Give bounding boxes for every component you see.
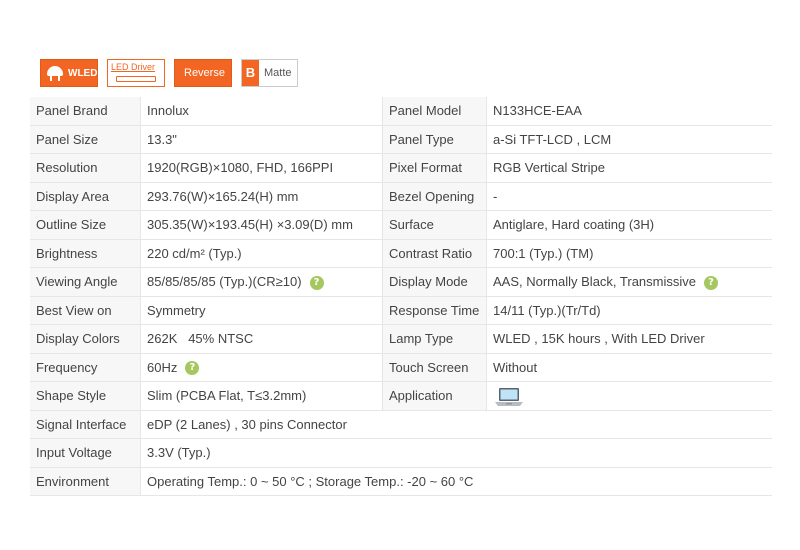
led-lamp-icon [47,66,63,76]
spec-value: N133HCE-EAA [486,97,772,125]
spec-label: Frequency [30,353,140,381]
table-row: Signal Interface eDP (2 Lanes) , 30 pins… [30,410,772,439]
table-row: Display Colors 262K 45% NTSC Lamp Type W… [30,325,772,354]
spec-label: Response Time [382,296,486,324]
spec-value: 3.3V (Typ.) [140,439,772,467]
spec-label: Contrast Ratio [382,239,486,267]
help-icon[interactable]: ? [704,275,718,290]
led-driver-badge: LED Driver [107,59,165,87]
table-row: Viewing Angle 85/85/85/85 (Typ.)(CR≥10)?… [30,268,772,297]
spec-value: 262K 45% NTSC [140,325,382,353]
table-row: Shape Style Slim (PCBA Flat, T≤3.2mm) Ap… [30,382,772,411]
spec-value: a-Si TFT-LCD , LCM [486,125,772,153]
spec-value: 13.3" [140,125,382,153]
help-icon[interactable]: ? [309,275,324,290]
spec-label: Panel Model [382,97,486,125]
viewing-angle-value: 85/85/85/85 (Typ.)(CR≥10) [147,274,302,289]
spec-value [486,382,772,410]
spec-value: eDP (2 Lanes) , 30 pins Connector [140,410,772,438]
spec-label: Signal Interface [30,410,140,438]
spec-value: 700:1 (Typ.) (TM) [486,239,772,267]
spec-label: Viewing Angle [30,268,140,296]
spec-label: Bezel Opening [382,182,486,210]
matte-icon: B [242,60,259,86]
spec-label: Display Area [30,182,140,210]
table-row: Panel Brand Innolux Panel Model N133HCE-… [30,97,772,126]
spec-value: Antiglare, Hard coating (3H) [486,211,772,239]
spec-value: 305.35(W)×193.45(H) ×3.09(D) mm [140,211,382,239]
spec-label: Input Voltage [30,439,140,467]
led-strip-icon [116,76,156,82]
spec-label: Best View on [30,296,140,324]
spec-value: WLED , 15K hours , With LED Driver [486,325,772,353]
spec-label: Display Mode [382,268,486,296]
table-row: Input Voltage 3.3V (Typ.) [30,439,772,468]
spec-label: Outline Size [30,211,140,239]
spec-value: 14/11 (Typ.)(Tr/Td) [486,296,772,324]
spec-value: 220 cd/m² (Typ.) [140,239,382,267]
spec-value: Innolux [140,97,382,125]
spec-label: Shape Style [30,382,140,410]
spec-label: Surface [382,211,486,239]
spec-value: Slim (PCBA Flat, T≤3.2mm) [140,382,382,410]
spec-label: Brightness [30,239,140,267]
table-row: Panel Size 13.3" Panel Type a-Si TFT-LCD… [30,125,772,154]
reverse-badge-label: Reverse [184,67,225,79]
spec-label: Resolution [30,154,140,182]
spec-label: Lamp Type [382,325,486,353]
reverse-badge: Reverse [174,59,232,87]
spec-value: 1920(RGB)×1080, FHD, 166PPI [140,154,382,182]
spec-value: RGB Vertical Stripe [486,154,772,182]
spec-value: Symmetry [140,296,382,324]
wled-badge-label: WLED [68,68,98,79]
spec-label: Environment [30,467,140,495]
spec-label: Panel Size [30,125,140,153]
spec-value: Without [486,353,772,381]
spec-value: - [486,182,772,210]
table-row: Outline Size 305.35(W)×193.45(H) ×3.09(D… [30,211,772,240]
display-mode-value: AAS, Normally Black, Transmissive [493,274,696,289]
table-row: Environment Operating Temp.: 0 ~ 50 °C ;… [30,467,772,496]
table-row: Display Area 293.76(W)×165.24(H) mm Beze… [30,182,772,211]
spec-table: Panel Brand Innolux Panel Model N133HCE-… [30,97,772,496]
spec-value: Operating Temp.: 0 ~ 50 °C ; Storage Tem… [140,467,772,495]
help-icon[interactable]: ? [185,361,200,376]
spec-label: Panel Brand [30,97,140,125]
spec-label: Display Colors [30,325,140,353]
spec-label: Pixel Format [382,154,486,182]
matte-badge: B Matte [241,59,298,87]
spec-label: Application [382,382,486,410]
led-driver-badge-label: LED Driver [111,62,156,72]
wled-badge: WLED [40,59,98,87]
laptop-icon [495,388,523,406]
frequency-value: 60Hz [147,359,178,375]
table-row: Resolution 1920(RGB)×1080, FHD, 166PPI P… [30,154,772,183]
table-row: Brightness 220 cd/m² (Typ.) Contrast Rat… [30,239,772,268]
spec-value: 293.76(W)×165.24(H) mm [140,182,382,210]
matte-badge-label: Matte [264,67,292,79]
spec-value: 85/85/85/85 (Typ.)(CR≥10)? [140,268,382,296]
table-row: Frequency 60Hz? Touch Screen Without [30,353,772,382]
spec-value: 60Hz? [140,353,382,381]
spec-value: AAS, Normally Black, Transmissive? [486,268,772,296]
spec-label: Touch Screen [382,353,486,381]
spec-label: Panel Type [382,125,486,153]
table-row: Best View on Symmetry Response Time 14/1… [30,296,772,325]
